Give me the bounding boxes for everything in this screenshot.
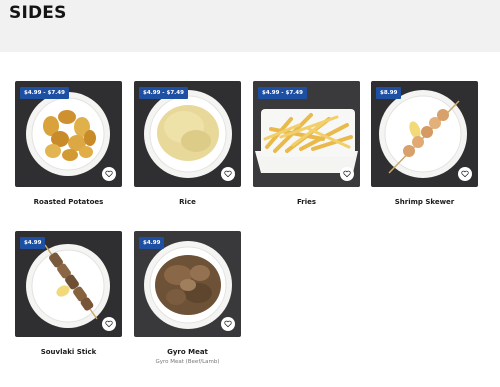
product-card-souvlaki-stick[interactable]: $4.99 Souvlaki Stick [15, 231, 122, 356]
favorite-button[interactable] [340, 167, 354, 181]
product-image-souvlaki-stick[interactable]: $4.99 [15, 231, 122, 337]
product-image-rice[interactable]: $4.99 - $7.49 [134, 81, 241, 187]
heart-icon [343, 170, 351, 178]
heart-icon [461, 170, 469, 178]
product-name[interactable]: Souvlaki Stick [15, 348, 122, 356]
product-name[interactable]: Fries [253, 198, 360, 206]
price-badge: $8.99 [376, 87, 402, 99]
price-badge: $4.99 [20, 237, 46, 249]
product-name[interactable]: Roasted Potatoes [15, 198, 122, 206]
price-badge: $4.99 - $7.49 [258, 87, 307, 99]
favorite-button[interactable] [102, 317, 116, 331]
price-badge: $4.99 [139, 237, 165, 249]
favorite-button[interactable] [102, 167, 116, 181]
heart-icon [224, 170, 232, 178]
page-title: SIDES [9, 3, 67, 23]
product-card-gyro-meat[interactable]: $4.99 Gyro Meat Gyro Meat (Beef/Lamb) [134, 231, 241, 365]
product-card-shrimp-skewer[interactable]: $8.99 Shrimp Skewer [371, 81, 478, 206]
favorite-button[interactable] [221, 317, 235, 331]
product-image-gyro-meat[interactable]: $4.99 [134, 231, 241, 337]
product-card-rice[interactable]: $4.99 - $7.49 Rice [134, 81, 241, 206]
product-name[interactable]: Gyro Meat [134, 348, 241, 356]
price-badge: $4.99 - $7.49 [139, 87, 188, 99]
product-name[interactable]: Shrimp Skewer [371, 198, 478, 206]
heart-icon [105, 320, 113, 328]
heart-icon [224, 320, 232, 328]
product-image-roasted-potatoes[interactable]: $4.99 - $7.49 [15, 81, 122, 187]
product-name[interactable]: Rice [134, 198, 241, 206]
product-card-fries[interactable]: $4.99 - $7.49 Fries [253, 81, 360, 206]
product-image-fries[interactable]: $4.99 - $7.49 [253, 81, 360, 187]
product-image-shrimp-skewer[interactable]: $8.99 [371, 81, 478, 187]
product-card-roasted-potatoes[interactable]: $4.99 - $7.49 Roasted Potatoes [15, 81, 122, 206]
price-badge: $4.99 - $7.49 [20, 87, 69, 99]
favorite-button[interactable] [221, 167, 235, 181]
heart-icon [105, 170, 113, 178]
product-subtitle: Gyro Meat (Beef/Lamb) [155, 359, 220, 365]
favorite-button[interactable] [458, 167, 472, 181]
page-header: SIDES [0, 0, 500, 52]
